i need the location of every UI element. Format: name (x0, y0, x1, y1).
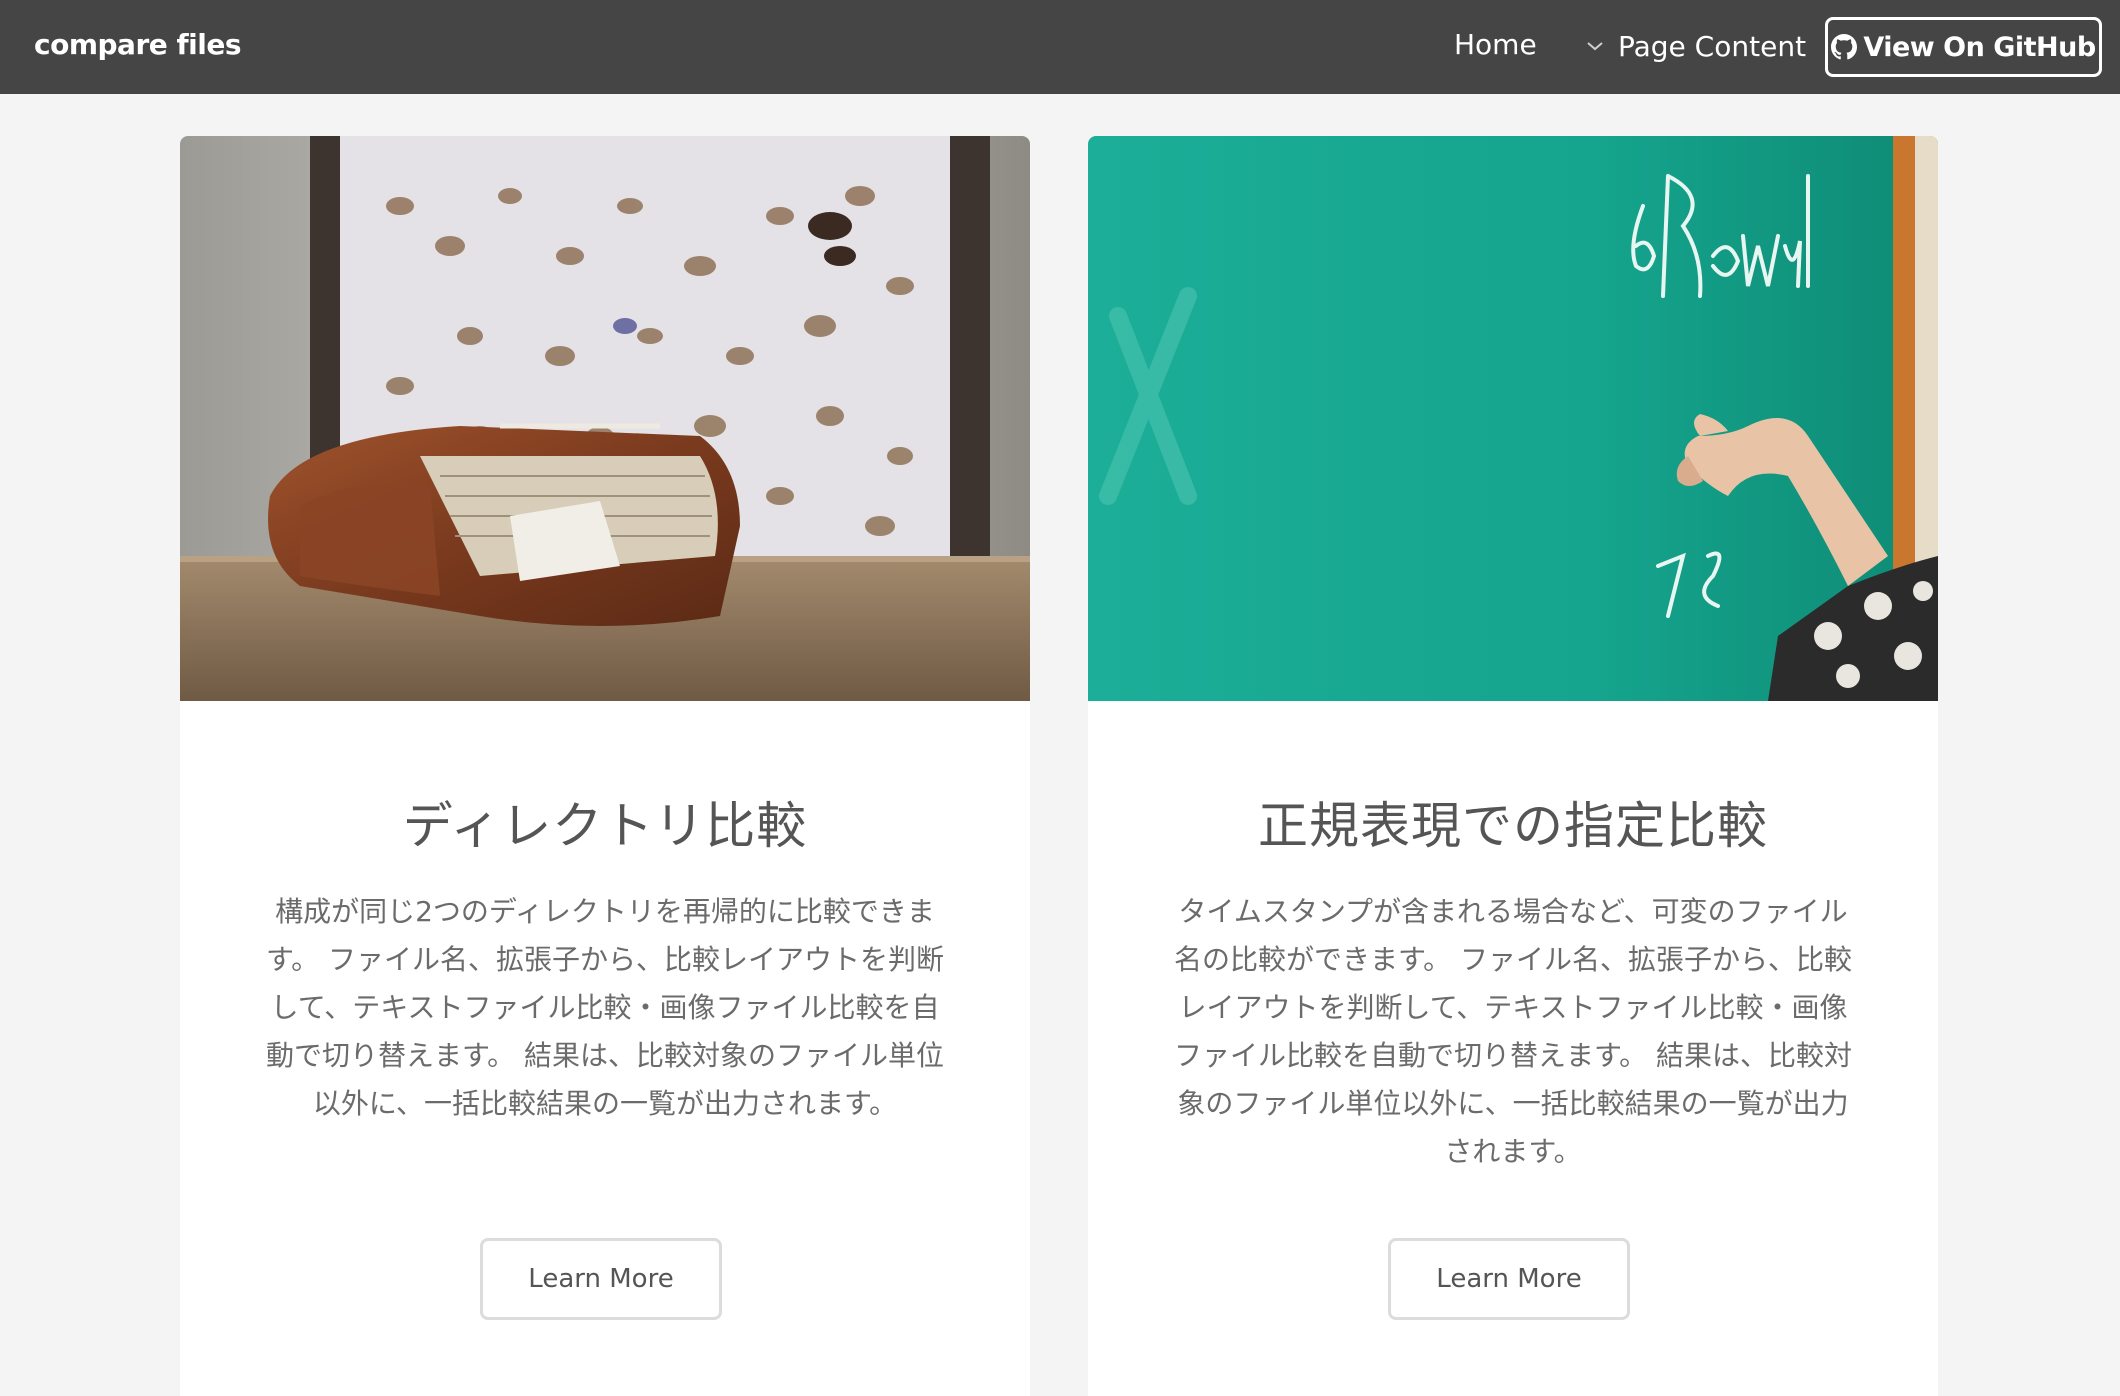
github-icon (1831, 34, 1858, 60)
learn-more-button[interactable]: Learn More (1388, 1238, 1630, 1320)
chalkboard-hand-photo (1088, 136, 1938, 701)
top-navbar: compare files Home Page Content View On … (0, 0, 2120, 94)
brand-logo[interactable]: compare files (34, 0, 242, 94)
nav-page-content-dropdown[interactable]: Page Content (1586, 0, 1806, 94)
card-regex-compare: 正規表現での指定比較 タイムスタンプが含まれる場合など、可変のファイル名の比較が… (1088, 136, 1938, 1396)
card-directory-compare: ディレクトリ比較 構成が同じ2つのディレクトリを再帰的に比較できます。 ファイル… (180, 136, 1030, 1396)
chevron-down-icon (1587, 42, 1603, 51)
card-description: 構成が同じ2つのディレクトリを再帰的に比較できます。 ファイル名、拡張子から、比… (265, 895, 945, 1120)
card-title: 正規表現での指定比較 (1258, 797, 1768, 855)
card-title: ディレクトリ比較 (402, 797, 808, 855)
nav-page-content-label: Page Content (1618, 30, 1807, 63)
view-on-github-button[interactable]: View On GitHub (1825, 17, 2102, 77)
learn-more-button[interactable]: Learn More (480, 1238, 722, 1320)
notebook-butterflies-photo (180, 136, 1030, 701)
nav-home-link[interactable]: Home (1454, 0, 1537, 94)
view-on-github-label: View On GitHub (1863, 31, 2096, 63)
card-description: タイムスタンプが含まれる場合など、可変のファイル名の比較ができます。 ファイル名… (1173, 895, 1853, 1168)
